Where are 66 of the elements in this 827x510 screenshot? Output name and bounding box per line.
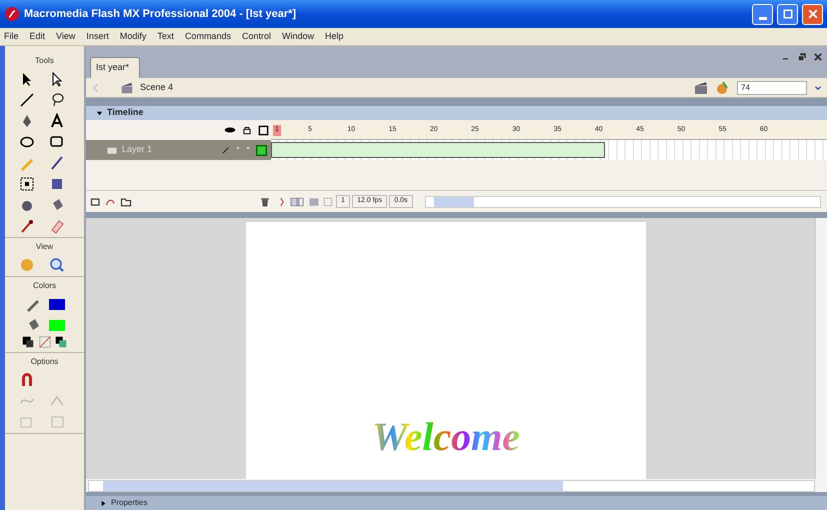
window-title: Macromedia Flash MX Professional 2004 - [Ist year*] [24,6,298,22]
default-colors-icon[interactable] [21,335,36,350]
rectangle-icon[interactable] [48,134,64,150]
maximize-button[interactable] [777,4,798,24]
menu-item[interactable]: Edit [30,30,46,44]
panel-heading: View [36,241,54,253]
expand-triangle-icon[interactable] [100,500,107,506]
vertical-scrollbar[interactable] [815,218,827,479]
menu-item[interactable]: File [4,30,19,44]
scene-icon [120,80,134,94]
insert-folder-icon[interactable] [120,196,132,208]
close-button[interactable] [802,4,823,24]
menu-item[interactable]: Commands [184,30,231,44]
horizontal-scrollbar[interactable] [88,480,815,492]
menu-item[interactable]: Modify [120,30,146,44]
dot-icon[interactable] [234,144,240,150]
app-logo-icon [4,6,20,22]
outline-color-icon[interactable] [256,144,266,156]
color-swatch[interactable] [48,299,64,310]
maximize-icon [782,8,794,20]
brush-icon[interactable] [48,155,64,171]
layer-name: Layer 1 [122,143,154,156]
eraser-icon[interactable] [48,218,64,234]
panel-heading: Options [30,356,58,368]
minimize-icon [758,16,766,20]
scroll-thumb[interactable] [434,196,474,206]
edit-symbols-icon[interactable] [693,80,709,96]
panel-title: Properties [111,497,148,509]
minimize-button[interactable] [752,4,773,24]
eye-icon[interactable] [224,125,236,135]
menu-item[interactable]: Insert [86,30,109,44]
oval-icon[interactable] [18,134,34,150]
eyedropper-icon[interactable] [18,218,34,234]
menu-item[interactable]: Text [157,30,174,44]
lock-icon[interactable] [242,125,252,135]
zoom-field[interactable]: 74 [737,80,807,94]
outline-icon[interactable] [258,124,269,136]
transform-icon[interactable] [18,176,34,192]
keyframe-span[interactable] [271,142,605,158]
horizontal-scrollbar[interactable] [424,196,821,208]
zoom-icon[interactable] [48,257,64,273]
edit-frames-icon[interactable] [322,196,334,208]
no-color-icon[interactable] [38,335,52,350]
pencil-icon [220,145,230,155]
panel-heading: Tools [35,55,54,67]
close-icon[interactable] [813,52,823,62]
panel-title: Timeline [107,106,144,120]
insert-layer-icon[interactable] [90,196,102,208]
dot-icon[interactable] [245,144,251,150]
onion-skin-icon[interactable] [289,196,306,208]
scene-name: Scene 4 [140,80,174,94]
line-icon[interactable] [18,92,34,108]
color-swatch[interactable] [48,320,64,331]
menu-item[interactable]: Control [242,30,271,44]
document-tab[interactable]: Ist year* [90,56,140,78]
scroll-thumb[interactable] [103,480,563,490]
collapse-triangle-icon[interactable] [96,110,103,116]
menu-item[interactable]: View [56,30,76,44]
close-icon [806,8,818,20]
restore-icon[interactable] [797,52,807,62]
text-tool-icon[interactable] [48,113,64,129]
menu-item[interactable]: Help [324,30,344,44]
swap-colors-icon[interactable] [54,335,68,350]
menu-item[interactable]: Window [282,30,314,44]
panel-heading: Colors [32,280,56,292]
delete-layer-icon[interactable] [259,196,271,208]
